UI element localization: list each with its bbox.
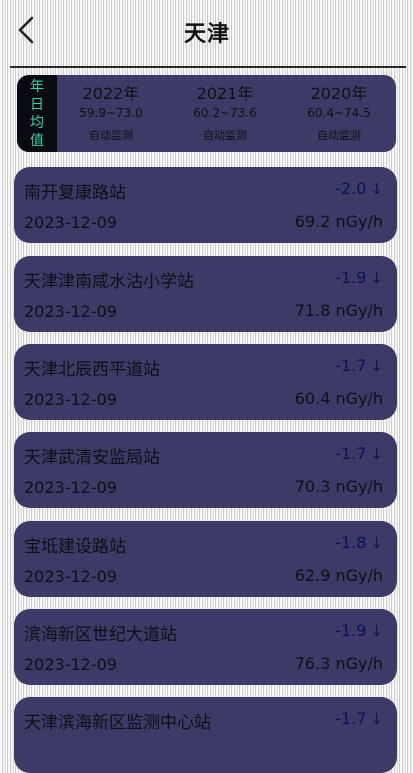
year-label: 2022年 xyxy=(82,84,140,103)
station-delta-value: -1.9 xyxy=(335,621,367,640)
station-date: 2023-12-09 xyxy=(24,213,117,232)
station-delta-value: -1.8 xyxy=(335,533,367,552)
station-delta: -1.9 ↓ xyxy=(335,268,383,287)
arrow-down-icon: ↓ xyxy=(370,710,383,728)
year-method: 自动监测 xyxy=(203,129,247,142)
station-card[interactable]: 天津津南咸水沽小学站 -1.9 ↓ 2023-12-09 71.8 nGy/h xyxy=(14,256,397,332)
annual-average-panel: 年日均值 2022年 59.9~73.0 自动监测 2021年 60.2~73.… xyxy=(17,75,396,152)
year-range: 59.9~73.0 xyxy=(79,106,143,120)
station-delta: -1.7 ↓ xyxy=(335,444,383,463)
station-card[interactable]: 天津滨海新区监测中心站 -1.7 ↓ xyxy=(14,697,397,773)
station-name: 天津津南咸水沽小学站 xyxy=(24,272,194,292)
station-card[interactable]: 天津北辰西平道站 -1.7 ↓ 2023-12-09 60.4 nGy/h xyxy=(14,344,397,420)
arrow-down-icon: ↓ xyxy=(370,445,383,463)
station-value: 71.8 nGy/h xyxy=(294,301,383,320)
header-divider xyxy=(10,66,406,68)
station-name: 南开复康路站 xyxy=(24,183,126,203)
year-label: 2021年 xyxy=(196,84,254,103)
station-name: 宝坻建设路站 xyxy=(24,537,126,557)
year-range: 60.2~73.6 xyxy=(193,106,257,120)
station-value: 69.2 nGy/h xyxy=(294,212,383,231)
station-card[interactable]: 滨海新区世纪大道站 -1.9 ↓ 2023-12-09 76.3 nGy/h xyxy=(14,609,397,685)
station-card[interactable]: 宝坻建设路站 -1.8 ↓ 2023-12-09 62.9 nGy/h xyxy=(14,521,397,597)
year-method: 自动监测 xyxy=(317,129,361,142)
station-date: 2023-12-09 xyxy=(24,390,117,409)
station-card[interactable]: 南开复康路站 -2.0 ↓ 2023-12-09 69.2 nGy/h xyxy=(14,167,397,243)
station-delta-value: -1.9 xyxy=(335,268,367,287)
annual-average-label: 年日均值 xyxy=(17,75,57,152)
station-card[interactable]: 天津武清安监局站 -1.7 ↓ 2023-12-09 70.3 nGy/h xyxy=(14,432,397,508)
station-name: 滨海新区世纪大道站 xyxy=(24,625,177,645)
station-delta: -1.9 ↓ xyxy=(335,621,383,640)
station-date: 2023-12-09 xyxy=(24,478,117,497)
station-name: 天津北辰西平道站 xyxy=(24,360,160,380)
station-delta: -2.0 ↓ xyxy=(335,179,383,198)
station-value: 70.3 nGy/h xyxy=(294,477,383,496)
arrow-down-icon: ↓ xyxy=(370,357,383,375)
station-date: 2023-12-09 xyxy=(24,655,117,674)
station-delta: -1.7 ↓ xyxy=(335,356,383,375)
year-range: 60.4~74.5 xyxy=(307,106,371,120)
station-value: 76.3 nGy/h xyxy=(294,654,383,673)
station-value: 60.4 nGy/h xyxy=(294,389,383,408)
station-delta-value: -1.7 xyxy=(335,444,367,463)
arrow-down-icon: ↓ xyxy=(370,534,383,552)
header: 天津 xyxy=(0,0,414,62)
arrow-down-icon: ↓ xyxy=(370,622,383,640)
station-name: 天津滨海新区监测中心站 xyxy=(24,713,211,733)
arrow-down-icon: ↓ xyxy=(370,180,383,198)
year-method: 自动监测 xyxy=(89,129,133,142)
station-delta-value: -1.7 xyxy=(335,709,367,728)
station-delta-value: -2.0 xyxy=(335,179,367,198)
station-value: 62.9 nGy/h xyxy=(294,566,383,585)
station-delta: -1.7 ↓ xyxy=(335,709,383,728)
arrow-down-icon: ↓ xyxy=(370,269,383,287)
station-delta-value: -1.7 xyxy=(335,356,367,375)
station-delta: -1.8 ↓ xyxy=(335,533,383,552)
station-date: 2023-12-09 xyxy=(24,567,117,586)
year-label: 2020年 xyxy=(310,84,368,103)
annual-average-label-text: 年日均值 xyxy=(30,78,44,149)
station-name: 天津武清安监局站 xyxy=(24,448,160,468)
page-title: 天津 xyxy=(183,22,230,47)
station-date: 2023-12-09 xyxy=(24,302,117,321)
